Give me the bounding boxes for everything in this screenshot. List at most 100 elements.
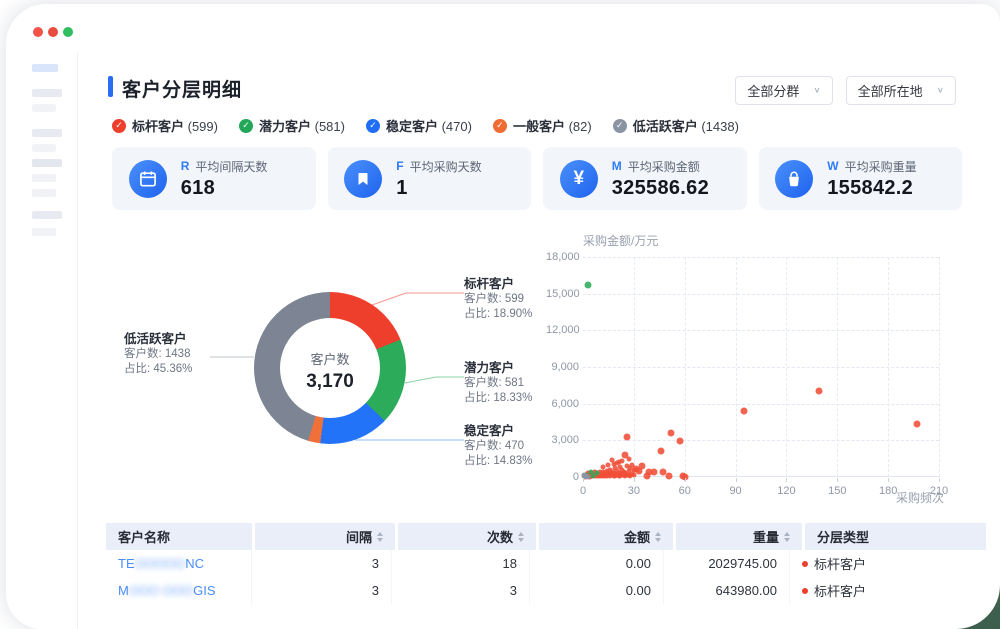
stat-value: 618 [181, 177, 299, 200]
column-header-2[interactable]: 次数 [398, 523, 536, 550]
table-row: TEOOOOONC3180.002029745.00标杆客户 [106, 550, 986, 577]
donut-chart: 客户数 3,170 标杆客户客户数: 599占比: 18.90%潜力客户客户数:… [106, 229, 551, 514]
stat-label: 平均采购重量 [845, 158, 917, 175]
table-header-row: 客户名称间隔 次数 金额 重量分层类型 [106, 523, 986, 550]
gridline [583, 294, 939, 295]
sort-icon[interactable] [655, 532, 661, 542]
x-tick-mark [583, 478, 584, 482]
stat-letter: F [396, 159, 403, 173]
gridline [583, 257, 939, 258]
legend-item[interactable]: ✓潜力客户 (581) [239, 116, 345, 135]
scatter-point [586, 474, 591, 479]
window-minimize-button[interactable] [48, 27, 58, 37]
sidebar-skeleton-item [32, 104, 56, 112]
donut-center-value: 3,170 [254, 371, 406, 393]
column-header-3[interactable]: 金额 [539, 523, 673, 550]
cell-interval: 3 [252, 550, 392, 577]
scatter-point [601, 464, 606, 469]
y-tick-label: 3,000 [546, 434, 579, 446]
app-window: 客户分层明细 全部分群 ∨ 全部所在地 ∨ ✓标杆客户 (599)✓潜力客户 (… [6, 4, 1000, 629]
gridline [685, 257, 686, 477]
scatter-point [626, 456, 631, 461]
stat-body: M平均采购金额325586.62 [612, 158, 730, 200]
column-header-label: 金额 [624, 527, 650, 546]
column-header-4[interactable]: 重量 [676, 523, 802, 550]
window-close-button[interactable] [33, 27, 43, 37]
column-header-label: 分层类型 [817, 527, 869, 546]
name-prefix: M [118, 583, 129, 598]
legend-label: 稳定客户 (470) [386, 116, 472, 135]
segment-filter-dropdown[interactable]: 全部分群 ∨ [735, 76, 832, 105]
page-title: 客户分层明细 [122, 75, 242, 102]
chart-legend: ✓标杆客户 (599)✓潜力客户 (581)✓稳定客户 (470)✓一般客户 (… [112, 116, 739, 135]
scatter-point [666, 473, 673, 480]
y-tick-label: 12,000 [546, 324, 579, 336]
stat-body: R平均间隔天数 618 [181, 158, 299, 200]
stat-label: 平均采购金额 [628, 158, 700, 175]
stat-card: W平均采购重量155842.2 [759, 147, 963, 210]
stat-body: F平均采购天数1 [396, 158, 514, 200]
scatter-point [631, 467, 636, 472]
location-filter-dropdown[interactable]: 全部所在地 ∨ [846, 76, 956, 105]
gridline [786, 257, 787, 477]
scatter-point [651, 469, 658, 476]
name-redacted: OOO OOO [129, 583, 193, 598]
customer-name-link[interactable]: TEOOOOONC [118, 556, 204, 571]
scatter-y-axis-title: 采购金额/万元 [583, 232, 658, 249]
x-tick-mark [786, 478, 787, 482]
donut-center: 客户数 3,170 [254, 349, 406, 393]
y-tick-label: 0 [546, 471, 579, 483]
scatter-chart: 采购金额/万元 采购频次 03,0006,0009,00012,00015,00… [546, 229, 981, 519]
scatter-point [913, 421, 920, 428]
name-suffix: GIS [193, 583, 215, 598]
scatter-point [631, 472, 636, 477]
column-header-1[interactable]: 间隔 [255, 523, 395, 550]
legend-item[interactable]: ✓稳定客户 (470) [366, 116, 472, 135]
sort-icon[interactable] [784, 532, 790, 542]
sidebar-skeleton-item [32, 159, 62, 167]
sort-icon[interactable] [518, 532, 524, 542]
legend-item[interactable]: ✓低活跃客户 (1438) [613, 116, 739, 135]
check-circle-icon: ✓ [493, 119, 507, 133]
cell-type: 标杆客户 [790, 577, 986, 604]
title-accent-bar [108, 76, 113, 97]
sort-icon[interactable] [377, 532, 383, 542]
x-tick-label: 210 [930, 485, 948, 497]
cell-weight: 2029745.00 [664, 550, 790, 577]
name-suffix: NC [185, 556, 204, 571]
scatter-point [635, 467, 642, 474]
cell-weight: 643980.00 [664, 577, 790, 604]
weight-icon [775, 160, 813, 198]
name-redacted: OOOOO [135, 556, 186, 571]
type-label: 标杆客户 [814, 581, 866, 600]
y-tick-label: 15,000 [546, 288, 579, 300]
sidebar-skeleton-item [32, 189, 56, 197]
gridline [634, 257, 635, 477]
stat-value: 325586.62 [612, 177, 730, 200]
stat-card: R平均间隔天数 618 [112, 147, 316, 210]
customer-table: 客户名称间隔次数金额重量分层类型 TEOOOOONC3180.002029745… [106, 523, 986, 604]
stat-label-row: R平均间隔天数 [181, 158, 299, 175]
x-tick-mark [634, 478, 635, 482]
x-tick-label: 30 [628, 485, 640, 497]
legend-item[interactable]: ✓一般客户 (82) [493, 116, 592, 135]
cell-times: 18 [392, 550, 530, 577]
check-circle-icon: ✓ [613, 119, 627, 133]
stat-letter: R [181, 159, 190, 173]
calendar-icon [129, 160, 167, 198]
column-header-0: 客户名称 [106, 523, 252, 550]
callout-percent: 占比: 45.36% [124, 362, 244, 377]
stat-label-row: W平均采购重量 [827, 158, 945, 175]
column-header-label: 次数 [487, 527, 513, 546]
legend-label: 潜力客户 (581) [259, 116, 345, 135]
segment-filter-label: 全部分群 [747, 81, 799, 100]
window-fullscreen-button[interactable] [63, 27, 73, 37]
customer-name-link[interactable]: MOOO OOOGIS [118, 583, 216, 598]
yen-icon: ¥ [560, 160, 598, 198]
bookmark-icon [344, 160, 382, 198]
sidebar-skeleton-item [32, 174, 56, 182]
legend-item[interactable]: ✓标杆客户 (599) [112, 116, 218, 135]
scatter-point [585, 282, 592, 289]
x-tick-mark [837, 478, 838, 482]
gridline [583, 440, 939, 441]
